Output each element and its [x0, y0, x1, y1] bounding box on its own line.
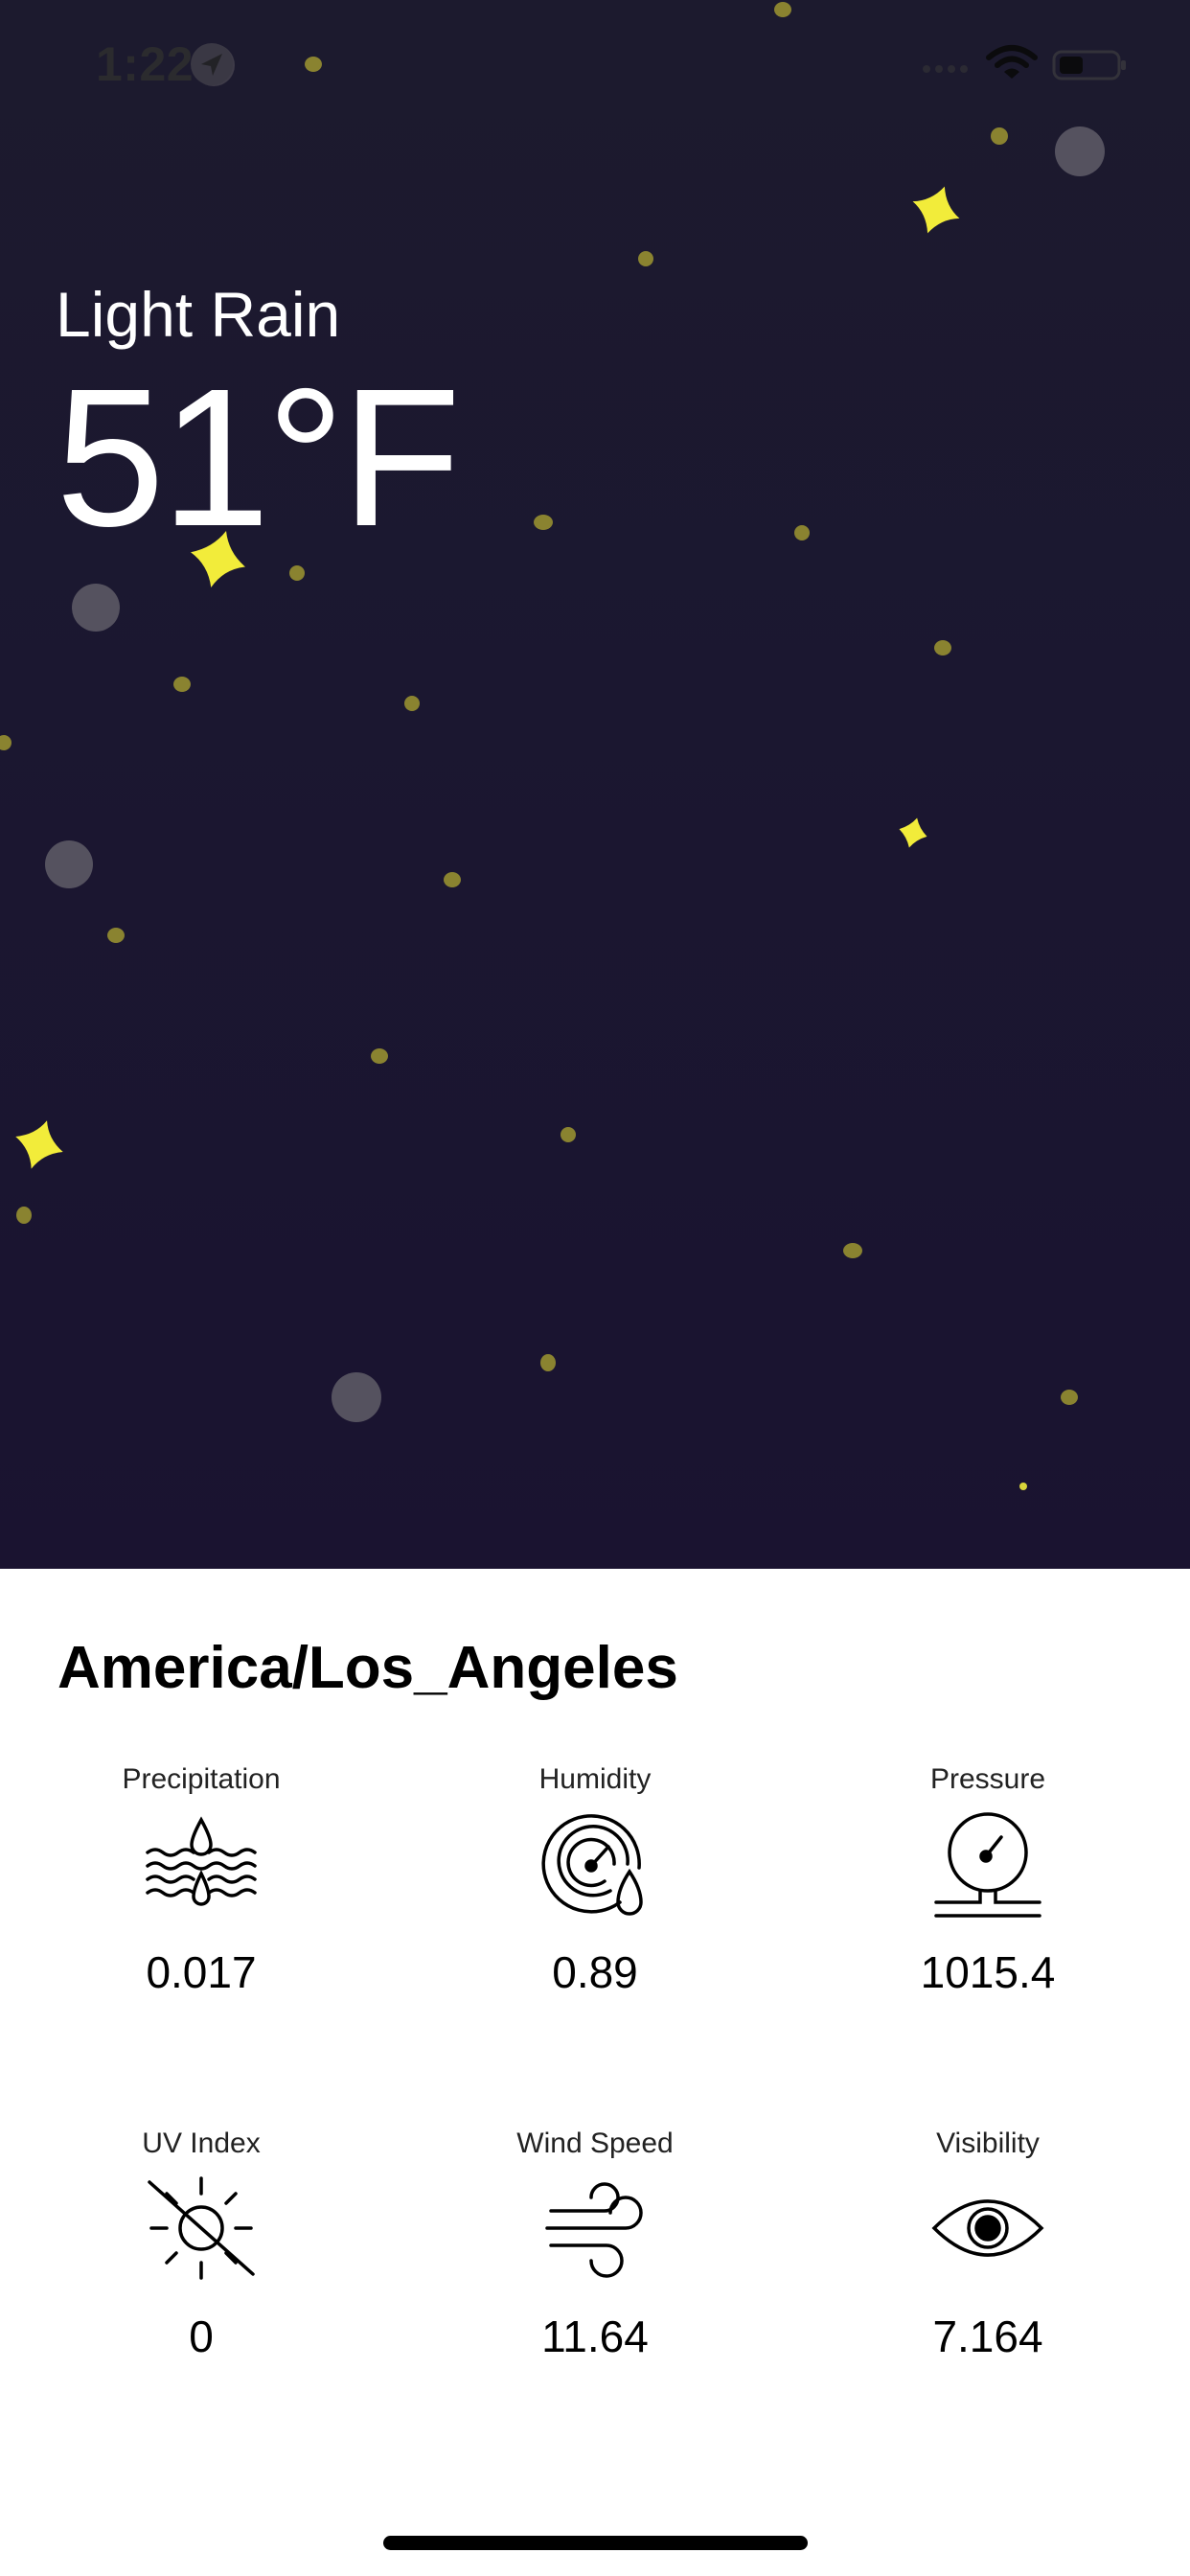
metric-value: 1015.4	[920, 1947, 1056, 1997]
metric-value: 0	[189, 2312, 214, 2361]
wind-speed-icon	[545, 2182, 643, 2278]
metric-value: 11.64	[541, 2312, 649, 2361]
particle-dots	[0, 2, 1078, 1490]
metric-label: Wind Speed	[516, 2128, 674, 2159]
home-indicator[interactable]	[383, 2536, 808, 2550]
pressure-icon	[934, 1812, 1041, 1918]
metric-label: Pressure	[929, 1763, 1046, 1795]
metric-visibility: Visibility 7.164	[844, 2125, 1132, 2362]
uv-index-icon	[148, 2176, 255, 2280]
metric-wind-speed: Wind Speed 11.64	[451, 2125, 739, 2362]
battery-icon	[1052, 50, 1126, 80]
location-arrow-icon	[191, 43, 233, 85]
status-time: 1:22	[96, 37, 195, 91]
weather-sky-background: 1:22 Light Rain 51°F	[0, 0, 1190, 1569]
metric-value: 7.164	[932, 2312, 1043, 2361]
metric-label: UV Index	[142, 2128, 261, 2159]
humidity-icon	[541, 1814, 643, 1916]
metric-label: Visibility	[936, 2128, 1040, 2159]
metric-uv-index: UV Index 0	[57, 2125, 345, 2362]
status-bar: 1:22	[0, 0, 1190, 129]
rain-particles	[0, 2, 1105, 1490]
location-title: America/Los_Angeles	[57, 1635, 678, 1701]
current-temperature: 51°F	[56, 348, 461, 567]
precipitation-icon	[146, 1816, 257, 1906]
metric-label: Humidity	[538, 1763, 652, 1795]
metric-precipitation: Precipitation 0.017	[57, 1760, 345, 1998]
wifi-icon	[986, 45, 1038, 79]
metric-label: Precipitation	[122, 1763, 281, 1795]
metric-value: 0.89	[552, 1947, 638, 1997]
weather-details-panel: America/Los_Angeles Precipitation 0.017 …	[0, 1569, 1190, 2576]
weather-condition: Light Rain	[56, 279, 341, 350]
cellular-signal-icon	[923, 65, 968, 73]
metric-pressure: Pressure 1015.4	[844, 1760, 1132, 1998]
particle-orbs	[45, 44, 1105, 1422]
metric-value: 0.017	[146, 1947, 257, 1997]
visibility-icon	[931, 2199, 1044, 2257]
metric-humidity: Humidity 0.89	[451, 1760, 739, 1998]
